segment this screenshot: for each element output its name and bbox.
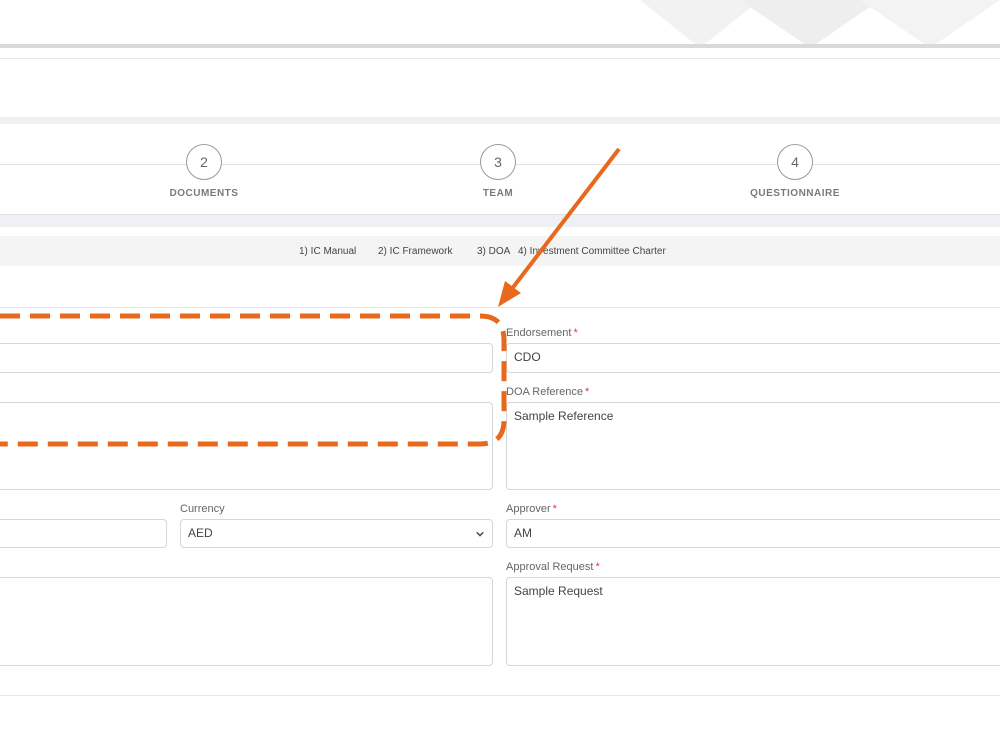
doc-link-investment-committee-charter[interactable]: 4) Investment Committee Charter: [518, 246, 666, 257]
step-number: 3: [480, 144, 516, 180]
step-number: 4: [777, 144, 813, 180]
approver-input[interactable]: AM: [506, 519, 1000, 548]
step-team[interactable]: 3 TEAM: [418, 144, 578, 199]
approver-value: AM: [514, 526, 532, 540]
step-label: TEAM: [482, 188, 514, 199]
currency-value: AED: [188, 526, 213, 540]
stepper: 2 DOCUMENTS 3 TEAM 4 QUESTIONNAIRE: [0, 124, 1000, 215]
endorsement-input[interactable]: CDO: [506, 343, 1000, 373]
approval-request-value: Sample Request: [514, 584, 603, 598]
divider: [0, 44, 1000, 48]
app-header: [0, 59, 1000, 117]
name-input[interactable]: [0, 343, 493, 373]
description-textarea[interactable]: [0, 402, 493, 490]
divider: [0, 695, 1000, 696]
divider: [0, 307, 1000, 308]
doa-reference-textarea[interactable]: Sample Reference: [506, 402, 1000, 490]
slide-banner: [0, 0, 1000, 50]
step-number: 2: [186, 144, 222, 180]
comments-textarea[interactable]: [0, 577, 493, 666]
stepper-section: 2 DOCUMENTS 3 TEAM 4 QUESTIONNAIRE: [0, 117, 1000, 227]
currency-select[interactable]: AED: [180, 519, 493, 548]
doc-link-ic-framework[interactable]: 2) IC Framework: [378, 246, 452, 257]
doc-link-doa[interactable]: 3) DOA: [477, 246, 510, 257]
approver-label: Approver *: [506, 503, 557, 515]
endorsement-label: Endorsement *: [506, 327, 578, 339]
endorsement-value: CDO: [514, 350, 541, 364]
decorative-shape: [740, 0, 880, 48]
approval-request-label: Approval Request *: [506, 561, 600, 573]
step-questionnaire[interactable]: 4 QUESTIONNAIRE: [715, 144, 875, 199]
step-label: DOCUMENTS: [169, 188, 239, 199]
decorative-shape: [860, 0, 1000, 48]
step-documents[interactable]: 2 DOCUMENTS: [124, 144, 284, 199]
doa-reference-value: Sample Reference: [514, 409, 614, 423]
arrow-head: [498, 281, 521, 307]
step-label: QUESTIONNAIRE: [750, 188, 840, 199]
approval-request-textarea[interactable]: Sample Request: [506, 577, 1000, 666]
chevron-down-icon: [476, 531, 484, 537]
currency-label: Currency: [180, 503, 225, 515]
doc-link-ic-manual[interactable]: 1) IC Manual: [299, 246, 356, 257]
doa-reference-label: DOA Reference *: [506, 386, 590, 398]
amount-input[interactable]: [0, 519, 167, 548]
reference-documents-bar: 1) IC Manual 2) IC Framework 3) DOA 4) I…: [0, 236, 1000, 266]
